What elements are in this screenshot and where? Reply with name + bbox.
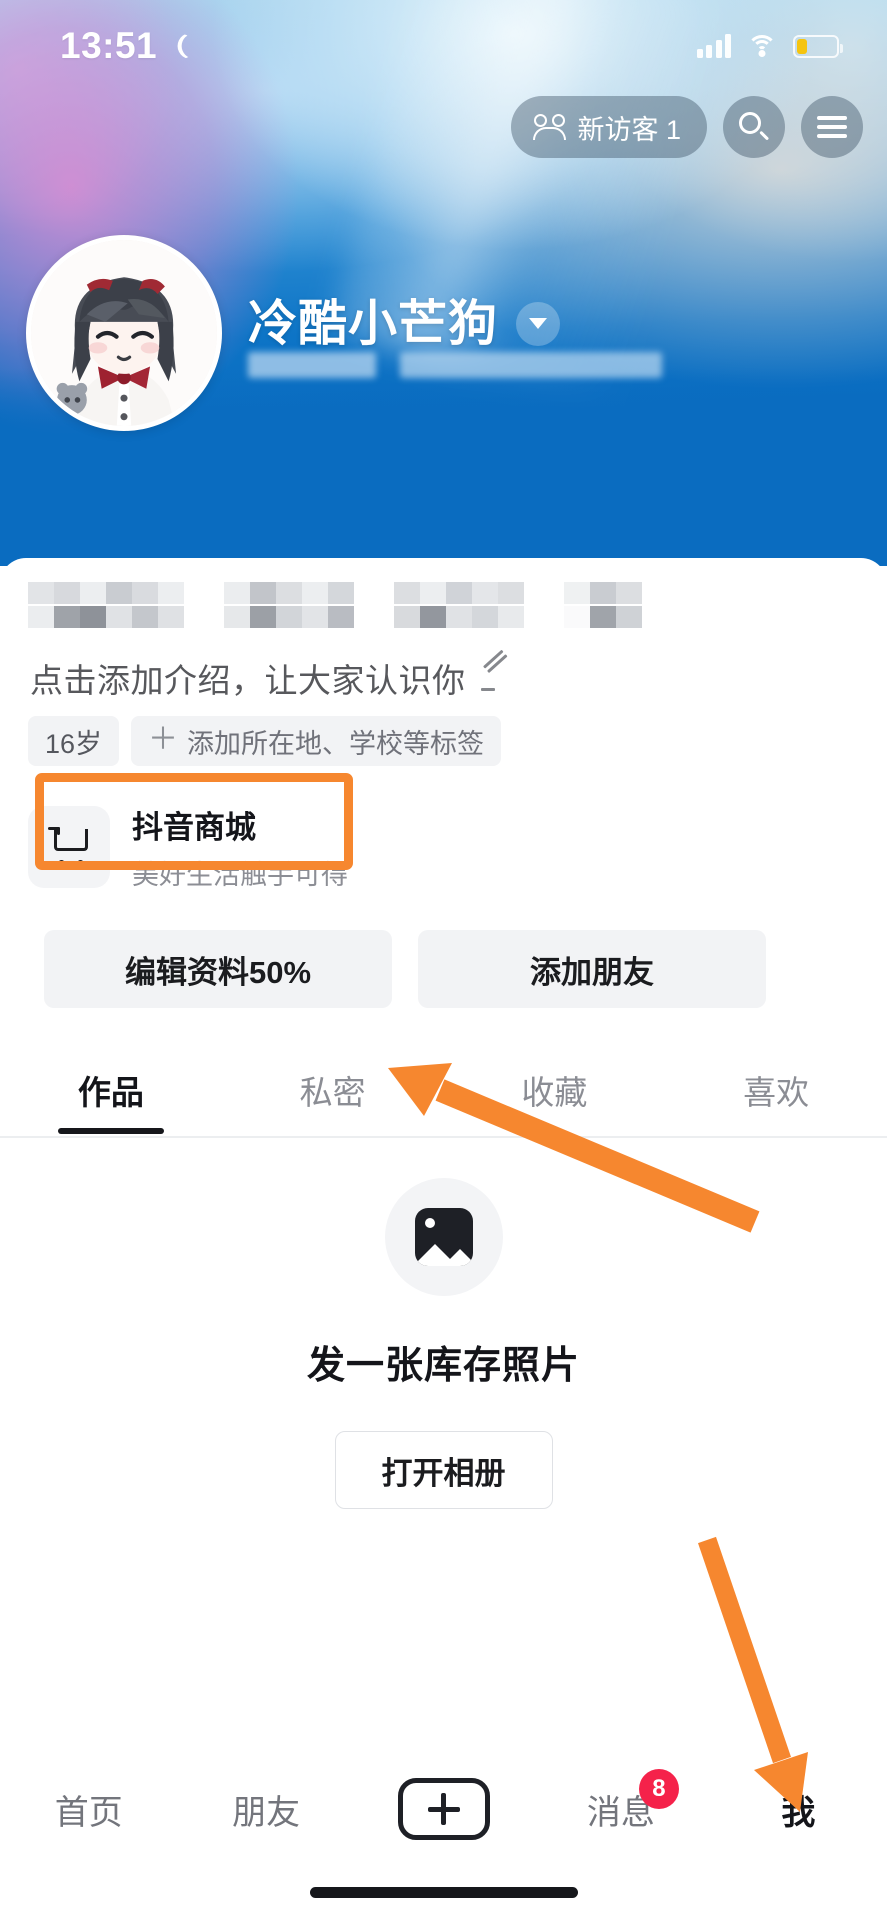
nav-item-home[interactable]: 首页: [0, 1785, 177, 1834]
chevron-down-icon[interactable]: [516, 301, 561, 346]
bio-row[interactable]: 点击添加介绍，让大家认识你: [30, 654, 512, 702]
menu-button[interactable]: [801, 96, 863, 158]
signal-bars-icon: [696, 34, 731, 58]
add-friend-label: 添加朋友: [530, 954, 654, 990]
tab-private-label: 私密: [299, 1074, 366, 1111]
tab-works-label: 作品: [77, 1074, 144, 1111]
mosaic-row: [28, 582, 184, 604]
tab-likes[interactable]: 喜欢: [665, 1042, 887, 1138]
pencil-icon[interactable]: [480, 662, 512, 694]
mosaic-row: [224, 582, 354, 604]
bio-placeholder-text: 点击添加介绍，让大家认识你: [30, 662, 466, 699]
username: 冷酷小芒狗: [248, 297, 499, 351]
profile-actions: 编辑资料50% 添加朋友: [44, 930, 766, 1008]
nav-item-me[interactable]: 我: [710, 1785, 887, 1834]
mosaic-row: [28, 606, 184, 628]
tab-favorites[interactable]: 收藏: [444, 1042, 666, 1138]
open-album-label: 打开相册: [381, 1455, 506, 1491]
plus-icon: ＋: [148, 722, 179, 756]
avatar-image: [31, 240, 217, 426]
tag-age[interactable]: 16岁: [28, 716, 120, 766]
moon-icon: [169, 34, 194, 59]
header-actions: 新访客 1: [511, 96, 863, 158]
edit-profile-button[interactable]: 编辑资料50%: [44, 930, 392, 1008]
tag-add[interactable]: ＋ 添加所在地、学校等标签: [131, 716, 502, 766]
status-bar-time-group: 13:51: [60, 25, 194, 67]
edit-profile-label: 编辑资料50%: [124, 954, 312, 990]
tab-works[interactable]: 作品: [0, 1042, 222, 1138]
status-bar-time: 13:51: [60, 25, 158, 66]
new-visitors-label: 新访客 1: [577, 114, 681, 145]
shop-entry[interactable]: 抖音商城 美好生活触手可得: [28, 802, 348, 892]
tag-add-label: 添加所在地、学校等标签: [187, 728, 485, 759]
shopping-cart-icon: [28, 806, 110, 888]
content-tabs: 作品 私密 收藏 喜欢: [0, 1042, 887, 1138]
nav-item-friends-label: 朋友: [232, 1793, 301, 1832]
nav-item-me-label: 我: [781, 1793, 816, 1832]
messages-badge: 8: [638, 1768, 679, 1809]
profile-stats-redacted: [28, 582, 642, 628]
tab-private[interactable]: 私密: [222, 1042, 444, 1138]
mosaic-row: [564, 582, 642, 604]
search-button[interactable]: [723, 96, 785, 158]
nav-item-messages[interactable]: 消息 8: [532, 1768, 709, 1834]
profile-card: 点击添加介绍，让大家认识你 16岁 ＋ 添加所在地、学校等标签 抖音商城 美好生…: [0, 558, 887, 1920]
mosaic-row: [394, 606, 524, 628]
stat-item: [394, 582, 524, 628]
new-visitors-button[interactable]: 新访客 1: [511, 96, 707, 158]
people-icon: [533, 114, 567, 140]
app-screen: 13:51 新访客 1 冷酷小芒狗 点击添加介绍，让大家认识你 16岁 ＋ 添加…: [0, 0, 887, 1920]
profile-tags: 16岁 ＋ 添加所在地、学校等标签: [28, 716, 502, 766]
add-friend-button[interactable]: 添加朋友: [418, 930, 766, 1008]
avatar[interactable]: [26, 235, 222, 431]
status-bar-indicators: [696, 34, 843, 58]
mosaic-row: [564, 606, 642, 628]
tag-age-label: 16岁: [45, 728, 103, 759]
hamburger-menu-icon: [817, 116, 847, 138]
empty-state-title: 发一张库存照片: [306, 1345, 580, 1387]
shop-title: 抖音商城: [132, 810, 256, 845]
tab-favorites-label: 收藏: [521, 1074, 588, 1111]
nav-item-friends[interactable]: 朋友: [177, 1785, 354, 1834]
shop-subtitle: 美好生活触手可得: [132, 860, 348, 890]
plus-create-icon: [397, 1778, 490, 1840]
tabs-divider: [0, 1136, 887, 1138]
username-row[interactable]: 冷酷小芒狗: [248, 284, 561, 355]
search-icon: [739, 112, 769, 142]
tab-likes-label: 喜欢: [743, 1074, 810, 1111]
empty-state: 发一张库存照片 打开相册: [0, 1178, 887, 1509]
nav-item-home-label: 首页: [54, 1793, 123, 1832]
stat-item: [28, 582, 184, 628]
stat-item: [224, 582, 354, 628]
home-indicator: [309, 1887, 578, 1898]
mosaic-row: [224, 606, 354, 628]
mosaic-row: [394, 582, 524, 604]
wifi-icon: [747, 35, 777, 57]
nav-item-create[interactable]: [355, 1778, 532, 1840]
bottom-navigation: 首页 朋友 消息 8 我: [0, 1752, 887, 1920]
profile-subtitle-redacted: [248, 352, 662, 378]
open-album-button[interactable]: 打开相册: [334, 1431, 553, 1509]
battery-icon: [793, 34, 843, 58]
photo-placeholder-icon: [384, 1178, 503, 1296]
stat-item: [564, 582, 642, 628]
status-bar: 13:51: [0, 0, 887, 92]
